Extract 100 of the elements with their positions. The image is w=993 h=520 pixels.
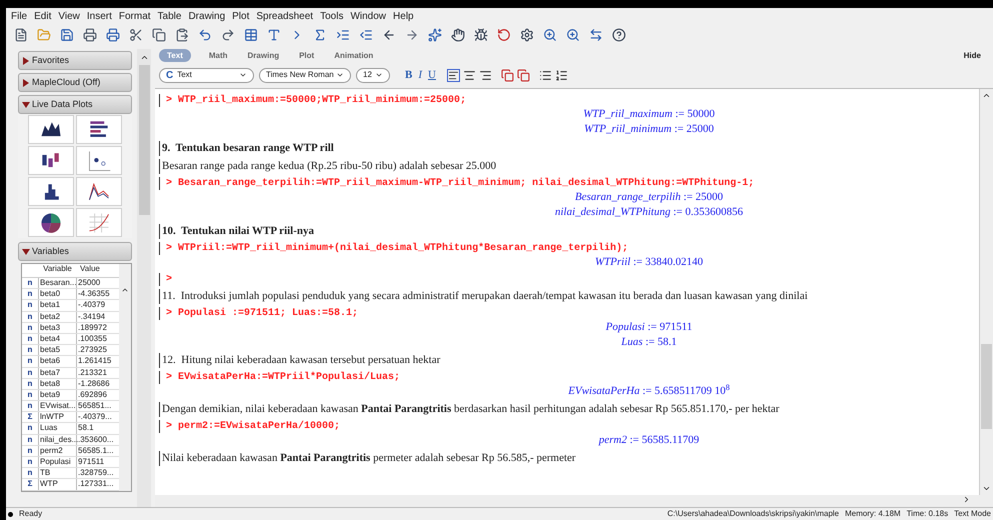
type-icon: n <box>22 390 38 400</box>
sum-icon[interactable] <box>313 28 327 42</box>
printer-icon[interactable] <box>83 28 97 42</box>
table-cell: WTP <box>38 479 77 490</box>
style-dropdown[interactable]: C Text <box>159 68 254 83</box>
input-line[interactable]: > perm2:=EVwisataPerHa/10000; <box>162 420 340 433</box>
plot-thumbnail-button[interactable] <box>28 208 74 237</box>
menu-item[interactable]: Help <box>393 8 414 24</box>
palette-header[interactable]: MapleCloud (Off) <box>18 73 132 92</box>
redo-icon[interactable] <box>221 28 235 42</box>
scrollbar[interactable] <box>119 264 131 491</box>
align-right-icon[interactable] <box>478 68 492 82</box>
plot-thumbnail-button[interactable] <box>28 146 74 175</box>
swap-icon[interactable] <box>589 28 603 42</box>
menu-item[interactable]: View <box>58 8 80 24</box>
align-left-icon[interactable] <box>446 68 460 82</box>
scrollbar-thumb[interactable] <box>138 65 150 215</box>
plot-thumbnail-button[interactable] <box>76 115 122 144</box>
copy-format-icon[interactable] <box>500 68 514 82</box>
table-cell: lnWTP <box>38 412 77 422</box>
font-dropdown[interactable]: Times New Roman <box>259 68 351 83</box>
menu-item[interactable]: Table <box>158 8 182 24</box>
style-value: Text <box>177 69 193 82</box>
plot-thumbnail-button[interactable] <box>76 146 122 175</box>
status-text: Ready <box>19 508 42 520</box>
column-header[interactable]: Variable <box>38 264 77 277</box>
scrollbar-thumb[interactable] <box>981 344 992 429</box>
menu-item[interactable]: Tools <box>320 8 344 24</box>
input-line[interactable]: > <box>162 273 172 286</box>
save-icon[interactable] <box>60 28 74 42</box>
menu-item[interactable]: Plot <box>232 8 250 24</box>
table-cell-text: .127331... <box>77 479 115 490</box>
paragraph: 11. Introduksi jumlah populasi penduduk yang secara administratif merupakan daerah/tempat kawasan itu berada dan luasan kawasan yang dinilai <box>162 289 808 304</box>
context-tab[interactable]: Drawing <box>246 49 282 62</box>
input-line[interactable]: > Populasi :=971511; Luas:=58.1; <box>162 307 358 320</box>
settings-icon[interactable] <box>520 28 534 42</box>
palette-header[interactable]: Live Data Plots <box>18 95 132 114</box>
zoom-in-icon[interactable] <box>543 28 557 42</box>
menu-item[interactable]: Format <box>118 8 151 24</box>
context-tab[interactable]: Math <box>206 49 230 62</box>
bug-icon[interactable] <box>474 28 488 42</box>
type-icon: n <box>22 468 38 478</box>
table-cell: beta8 <box>38 378 77 389</box>
scroll-right-icon[interactable] <box>962 495 971 504</box>
zoom-in-icon[interactable] <box>566 28 580 42</box>
text-icon[interactable] <box>267 28 281 42</box>
menu-item[interactable]: Spreadsheet <box>256 8 314 24</box>
palette-header[interactable]: Favorites <box>18 51 132 70</box>
table-cell: beta0 <box>38 289 77 300</box>
type-icon: n <box>22 368 38 378</box>
paste-icon[interactable] <box>175 28 189 42</box>
format-button[interactable]: I <box>418 67 422 84</box>
menu-item[interactable]: Drawing <box>188 8 226 24</box>
input-line[interactable]: > EVwisataPerHa:=WTPriil*Populasi/Luas; <box>162 371 400 384</box>
restart-icon[interactable] <box>497 28 511 42</box>
menu-item[interactable]: Edit <box>34 8 52 24</box>
scroll-down-icon[interactable] <box>982 484 991 493</box>
menu-item[interactable]: File <box>11 8 28 24</box>
menu-item[interactable]: Window <box>350 8 386 24</box>
table-cell-text: 971511 <box>77 457 106 468</box>
help-icon[interactable] <box>612 28 626 42</box>
outdent-icon[interactable] <box>359 28 373 42</box>
format-button[interactable]: B <box>405 67 412 84</box>
output-expression: Luas := 58.1 <box>621 335 677 350</box>
column-header[interactable]: Value <box>77 264 119 277</box>
size-dropdown[interactable]: 12 <box>356 68 390 83</box>
undo-icon[interactable] <box>198 28 212 42</box>
plot-thumbnail-button[interactable] <box>76 177 122 206</box>
bullet-list-icon[interactable] <box>538 68 552 82</box>
printer-icon[interactable] <box>106 28 120 42</box>
align-center-icon[interactable] <box>462 68 476 82</box>
copy-format-icon[interactable] <box>516 68 530 82</box>
table-icon[interactable] <box>244 28 258 42</box>
input-line[interactable]: > Besaran_range_terpilih:=WTP_riil_maximum-WTP_riil_minimum; nilai_desimal_WTPhitung:=WTPhitung-1; <box>162 177 754 190</box>
scrollbar[interactable] <box>137 49 151 507</box>
context-tab[interactable]: Plot <box>297 49 316 62</box>
scroll-up-icon[interactable] <box>140 53 148 62</box>
scroll-up-icon[interactable] <box>121 286 129 294</box>
type-icon: n <box>22 401 38 412</box>
hand-icon[interactable] <box>451 28 465 42</box>
status-path: C:\Users\ahadea\Downloads\skripsi\yakin\maple <box>667 508 840 520</box>
scroll-up-icon[interactable] <box>982 91 991 100</box>
plot-thumbnail-button[interactable] <box>28 177 74 206</box>
indent-icon[interactable] <box>336 28 350 42</box>
cut-icon[interactable] <box>129 28 143 42</box>
format-button[interactable]: U <box>428 67 436 84</box>
plot-thumbnail-button[interactable] <box>28 115 74 144</box>
context-tab[interactable]: Animation <box>332 49 376 62</box>
hide-button[interactable]: Hide <box>964 50 981 62</box>
new-file-icon[interactable] <box>14 28 28 42</box>
numbered-list-icon[interactable] <box>554 68 568 82</box>
input-line[interactable]: > WTP_riil_maximum:=50000;WTP_riil_minimum:=25000; <box>162 94 466 107</box>
plot-thumbnail-button[interactable] <box>76 208 122 237</box>
copy-icon[interactable] <box>152 28 166 42</box>
menu-item[interactable]: Insert <box>86 8 112 24</box>
palette-header[interactable]: Variables <box>18 242 132 261</box>
type-icon: n <box>22 378 38 389</box>
size-value: 12 <box>363 69 373 82</box>
output-expression: Populasi := 971511 <box>606 320 692 335</box>
input-line[interactable]: > WTPriil:=WTP_riil_minimum+(nilai_desimal_WTPhitung*Besaran_range_terpilih); <box>162 242 628 255</box>
